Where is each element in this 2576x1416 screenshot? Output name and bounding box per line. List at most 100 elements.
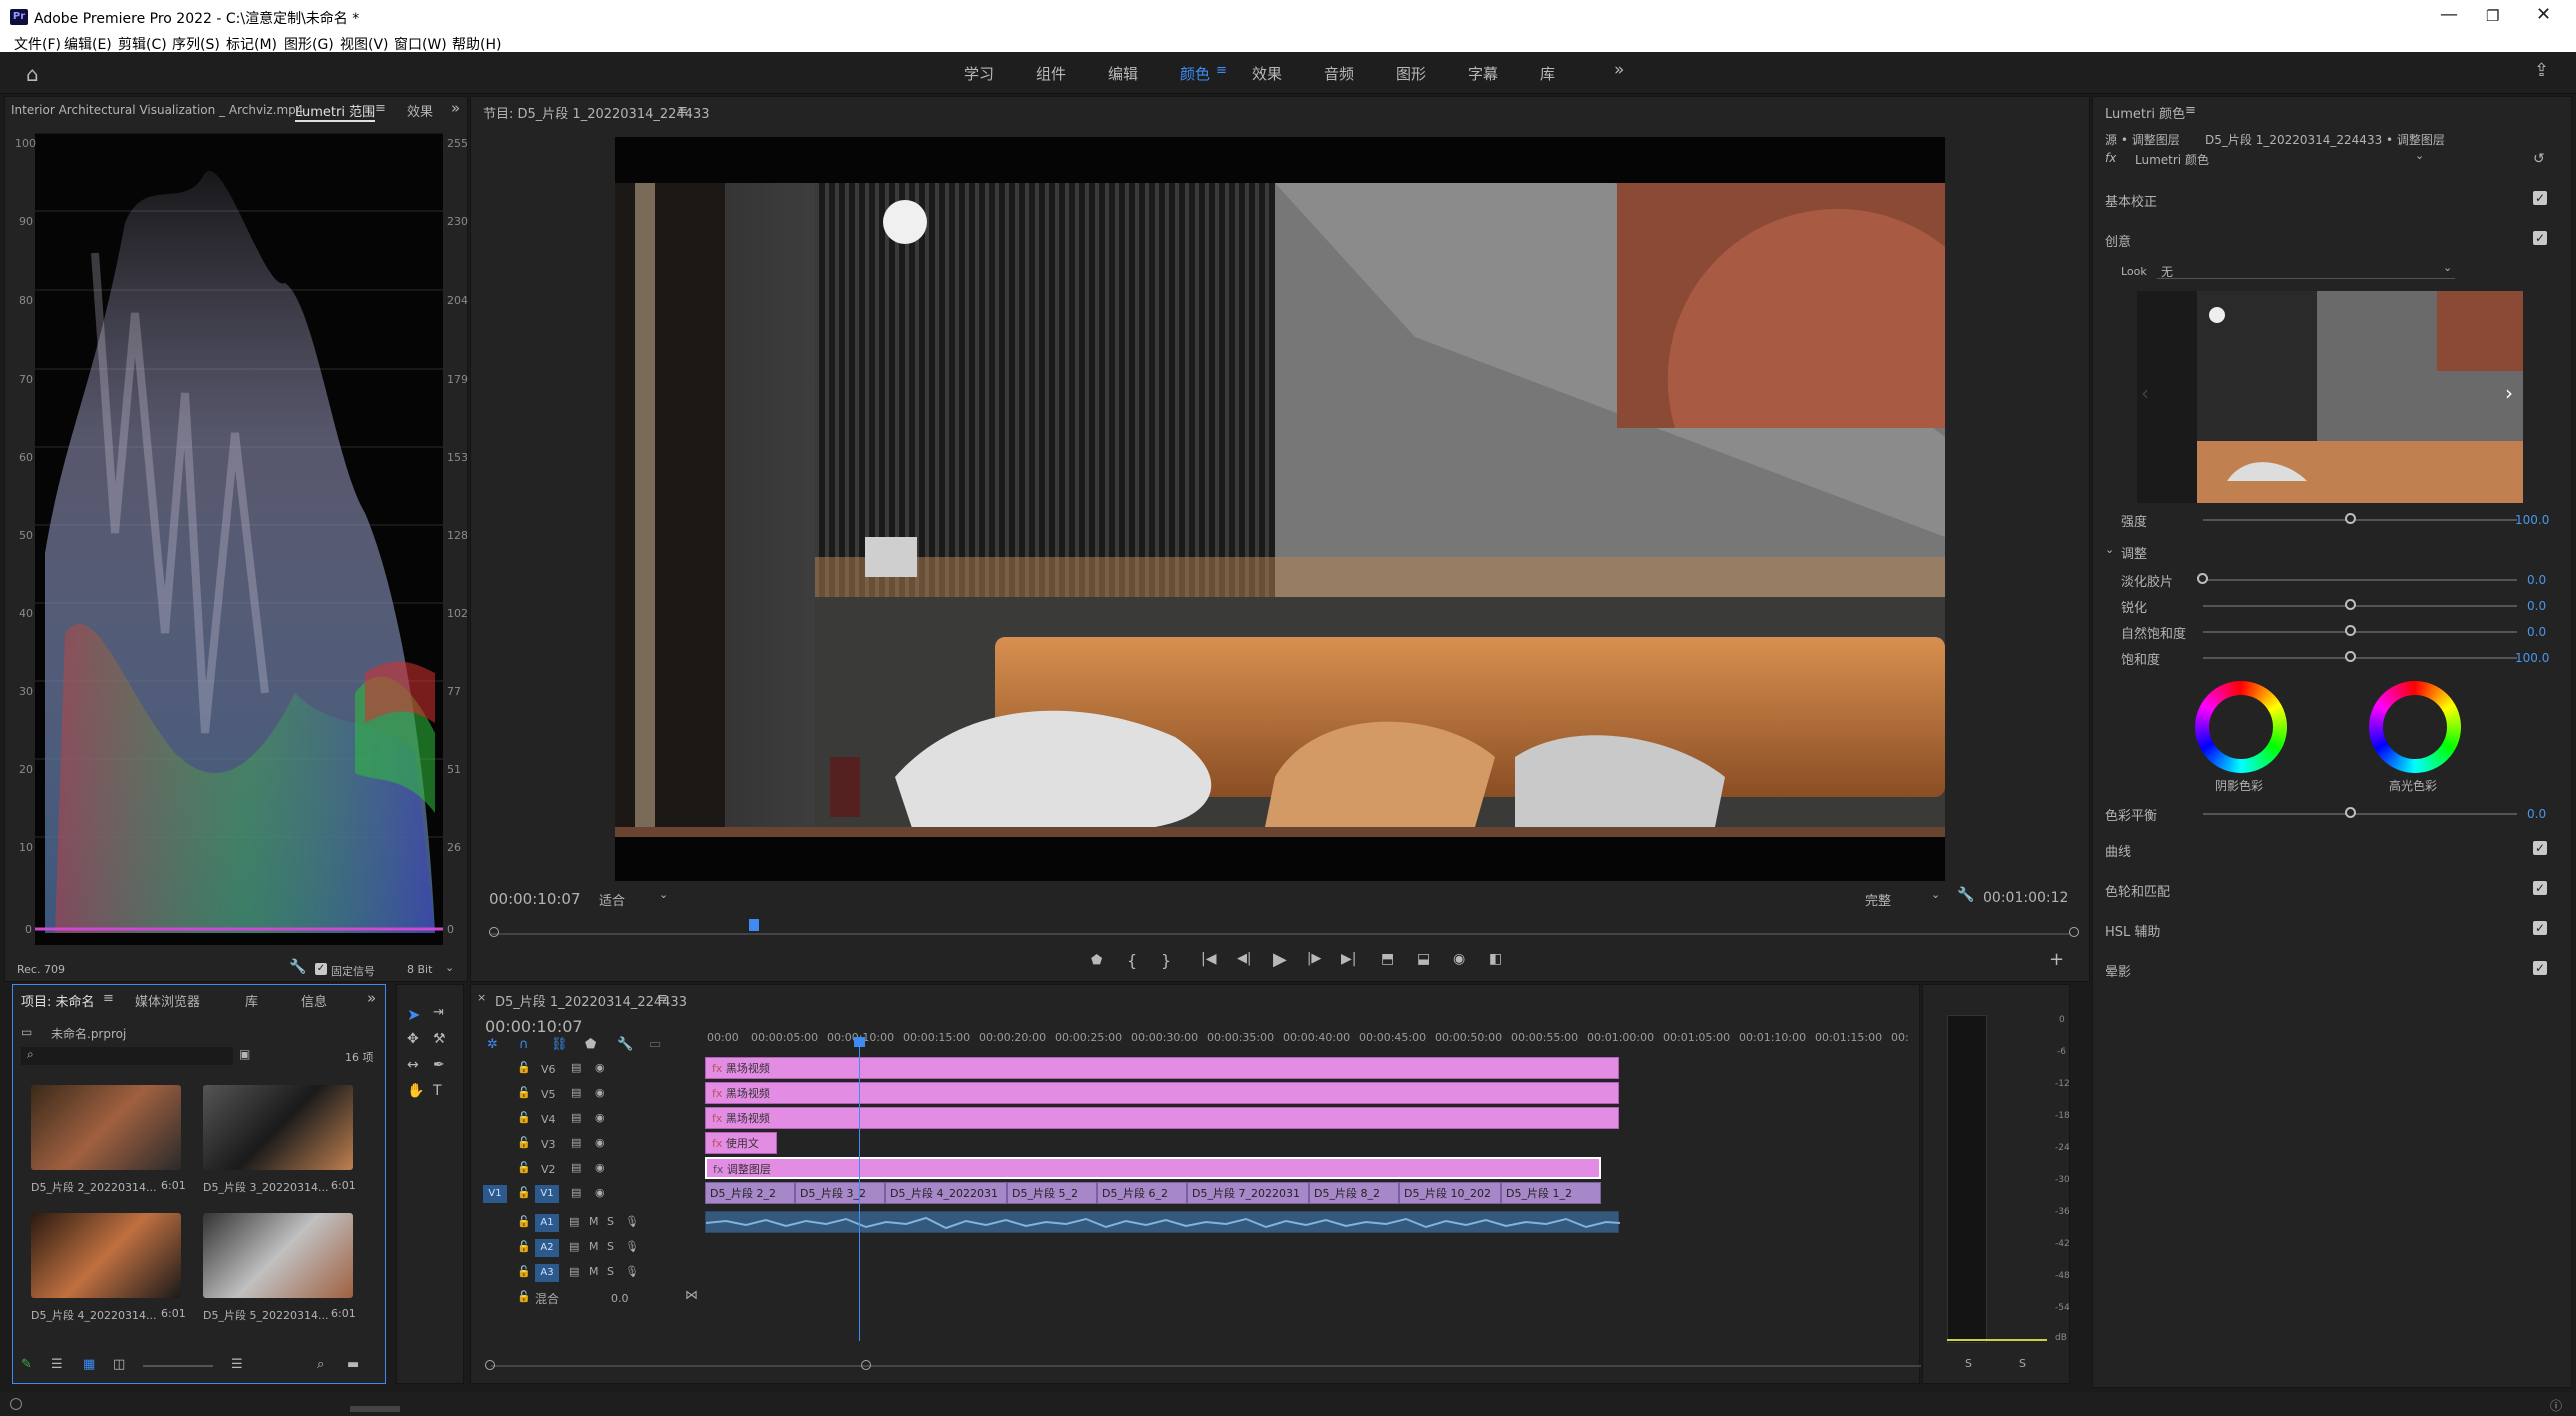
clip-video-v1[interactable]: D5_片段 7_2022031 [1187,1182,1309,1204]
zoom-slider[interactable] [143,1365,213,1367]
look-prev-icon[interactable]: ‹ [2141,381,2149,405]
adjust-label[interactable]: 调整 [2121,543,2147,562]
home-icon[interactable]: ⌂ [26,62,39,86]
timeline-settings-icon[interactable]: 🔧 [617,1037,633,1052]
close-icon[interactable]: ✕ [2536,4,2551,25]
razor-tool-icon[interactable]: ⚒ [433,1031,446,1047]
lumetri-target-clip[interactable]: D5_片段 1_20220314_224433 • 调整图层 [2205,131,2445,148]
lock-icon[interactable]: 🔓 [517,1086,531,1099]
sync-lock-icon[interactable]: ▤ [569,1240,579,1253]
step-forward-icon[interactable]: |▶ [1307,951,1321,966]
comparison-view-icon[interactable]: ◧ [1489,951,1502,967]
mute-button[interactable]: M [589,1215,599,1228]
playhead-bar[interactable] [491,933,2071,935]
lock-icon[interactable]: 🔓 [517,1265,531,1278]
adjust-chevron-icon[interactable]: ⌄ [2105,543,2114,556]
tint-balance-value[interactable]: 0.0 [2527,807,2546,821]
workspace-effects[interactable]: 效果 [1252,63,1282,84]
vignette-enable-checkbox[interactable]: ✓ [2533,961,2547,975]
minimize-icon[interactable]: — [2440,4,2458,25]
lift-icon[interactable]: ⬒ [1381,951,1394,967]
new-folder-icon[interactable]: ▬ [347,1357,359,1372]
look-chevron-icon[interactable]: ⌄ [2443,261,2452,274]
workspace-editing[interactable]: 编辑 [1108,63,1138,84]
add-marker-timeline-icon[interactable]: ⬟ [585,1037,596,1052]
sync-lock-icon[interactable]: ▤ [571,1136,581,1149]
wrench-icon[interactable]: 🔧 [289,959,306,975]
clip-black-video-v5[interactable]: fx 黑场视频 [705,1082,1619,1104]
creative-enable-checkbox[interactable]: ✓ [2533,231,2547,245]
track-label-a3[interactable]: A3 [535,1264,559,1282]
section-vignette[interactable]: 晕影 [2105,961,2131,980]
slip-tool-icon[interactable]: ↔ [407,1057,419,1073]
ripple-edit-tool-icon[interactable]: ✥ [407,1031,419,1047]
sync-lock-icon[interactable]: ▤ [569,1215,579,1228]
snap-icon[interactable]: ∩ [519,1037,529,1052]
lock-icon[interactable]: 🔓 [517,1215,531,1228]
sharpen-slider[interactable] [2203,605,2517,607]
look-select[interactable] [2157,261,2455,279]
media-thumbnail[interactable] [31,1085,181,1170]
clip-video-v1[interactable]: D5_片段 2_2 [705,1182,795,1204]
mark-out-icon[interactable]: } [1161,951,1171,970]
eye-icon[interactable]: ◉ [595,1086,605,1099]
section-creative[interactable]: 创意 [2105,231,2131,250]
sync-lock-icon[interactable]: ▤ [571,1161,581,1174]
media-browser-tab[interactable]: 媒体浏览器 [135,991,200,1010]
faded-film-value[interactable]: 0.0 [2527,573,2546,587]
solo-button[interactable]: S [607,1215,614,1228]
status-scrollbar[interactable] [350,1406,400,1412]
effects-tab[interactable]: 效果 [407,101,433,120]
timeline-playhead[interactable] [859,1041,860,1341]
wheels-enable-checkbox[interactable]: ✓ [2533,881,2547,895]
menu-marker[interactable]: 标记(M) [226,34,277,54]
workspace-menu-icon[interactable]: ≡ [1216,63,1227,78]
workspace-audio[interactable]: 音频 [1324,63,1354,84]
timeline-zoom-bar[interactable] [491,1365,1921,1367]
selection-tool-icon[interactable]: ➤ [407,1005,420,1024]
track-label-a1[interactable]: A1 [535,1214,559,1232]
section-wheels[interactable]: 色轮和匹配 [2105,881,2170,900]
mix-value[interactable]: 0.0 [611,1292,629,1305]
freeform-view-icon[interactable]: ◫ [113,1357,125,1372]
menu-edit[interactable]: 编辑(E) [64,34,112,54]
program-timecode[interactable]: 00:00:10:07 [489,890,581,908]
project-search-input[interactable] [21,1047,233,1065]
clamp-checkbox[interactable]: ✓ [315,963,327,975]
intensity-value[interactable]: 100.0 [2515,513,2549,527]
source-clip-tab[interactable]: Interior Architectural Visualization _ A… [11,103,303,117]
vibrance-slider[interactable] [2203,631,2517,633]
clip-video-v1[interactable]: D5_片段 3_2 [795,1182,885,1204]
lock-icon[interactable]: 🔓 [517,1290,531,1303]
media-thumbnail[interactable] [203,1213,353,1298]
fx-chevron-icon[interactable]: ⌄ [2415,149,2424,162]
sharpen-value[interactable]: 0.0 [2527,599,2546,613]
clip-video-v1[interactable]: D5_片段 8_2 [1309,1182,1399,1204]
step-back-icon[interactable]: ◀| [1237,951,1251,966]
settings-wrench-icon[interactable]: 🔧 [1957,887,1974,903]
mute-button[interactable]: M [589,1240,599,1253]
add-button-icon[interactable]: + [2049,949,2064,970]
eye-icon[interactable]: ◉ [595,1161,605,1174]
reset-icon[interactable]: ↺ [2533,151,2545,167]
menu-sequence[interactable]: 序列(S) [172,34,220,54]
saturation-slider[interactable] [2203,657,2517,659]
bit-depth-select[interactable]: 8 Bit [407,963,432,976]
hand-tool-icon[interactable]: ✋ [407,1083,424,1099]
zoom-end-handle[interactable] [861,1360,871,1370]
share-icon[interactable]: ⇪ [2534,60,2549,81]
menu-view[interactable]: 视图(V) [340,34,389,54]
timeline-menu-icon[interactable]: ≡ [657,991,668,1006]
clip-text-v3[interactable]: fx 使用文 [705,1132,777,1154]
info-icon[interactable]: ⓘ [2550,1397,2562,1414]
fit-select[interactable]: 适合 [599,890,625,909]
more-panels-icon[interactable]: » [367,989,376,1007]
more-workspaces-icon[interactable]: » [1614,60,1624,80]
more-tabs-icon[interactable]: » [451,99,460,117]
basic-enable-checkbox[interactable]: ✓ [2533,191,2547,205]
project-menu-icon[interactable]: ≡ [103,991,114,1006]
clip-black-video-v4[interactable]: fx 黑场视频 [705,1107,1619,1129]
lumetri-scopes-tab[interactable]: Lumetri 范围 [295,101,376,122]
timeline-timecode[interactable]: 00:00:10:07 [485,1017,583,1036]
sync-lock-icon[interactable]: ▤ [571,1061,581,1074]
